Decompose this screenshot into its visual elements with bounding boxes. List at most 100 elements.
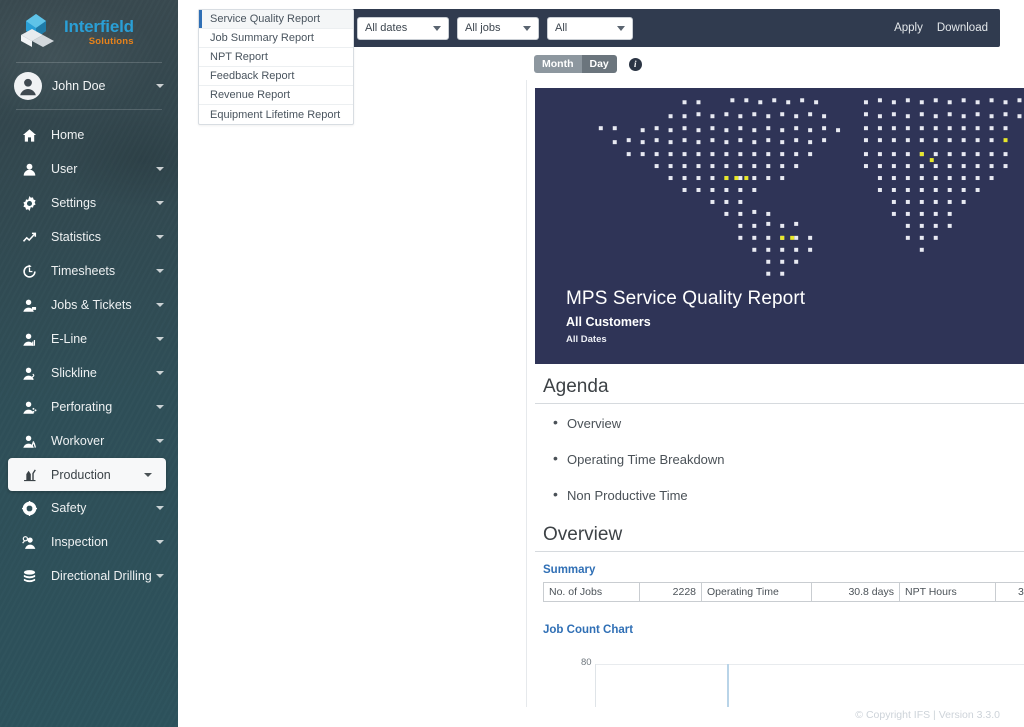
report-item-revenue[interactable]: Revenue Report — [199, 86, 353, 105]
person-inspection-icon — [18, 535, 40, 550]
chevron-down-icon — [156, 84, 164, 88]
chevron-down-icon — [156, 540, 164, 544]
lifebuoy-icon — [18, 500, 40, 516]
brand-subtitle: Solutions — [88, 35, 134, 47]
report-item-label: Equipment Lifetime Report — [210, 108, 341, 121]
period-month-button[interactable]: Month — [534, 55, 582, 73]
chevron-down-icon — [144, 472, 152, 477]
main-area: Service Quality Report Job Summary Repor… — [178, 0, 1024, 727]
sidebar-item-statistics[interactable]: Statistics — [0, 220, 178, 254]
chevron-down-icon — [156, 574, 164, 578]
period-toggle-row: Month Day i — [534, 55, 642, 73]
period-day-button[interactable]: Day — [581, 55, 617, 73]
sidebar-item-jobs-tickets[interactable]: Jobs & Tickets — [0, 288, 178, 322]
report-item-npt[interactable]: NPT Report — [199, 48, 353, 67]
sidebar-item-label: Statistics — [51, 230, 102, 244]
pumpjack-icon — [18, 467, 40, 482]
sidebar-item-perforating[interactable]: Perforating — [0, 390, 178, 424]
date-filter-dropdown[interactable]: All dates — [357, 16, 449, 40]
sidebar-item-label: E-Line — [51, 332, 88, 346]
jobs-filter-dropdown[interactable]: All jobs — [457, 16, 539, 40]
sidebar-item-safety[interactable]: Safety — [0, 491, 178, 525]
sidebar-item-user[interactable]: User — [0, 152, 178, 186]
report-item-job-summary[interactable]: Job Summary Report — [199, 29, 353, 48]
date-filter-value: All dates — [365, 22, 408, 34]
sidebar-item-label: Directional Drilling — [51, 569, 152, 583]
banner-dates: All Dates — [566, 334, 607, 345]
chevron-down-icon — [156, 235, 164, 239]
report-item-equipment-lifetime[interactable]: Equipment Lifetime Report — [199, 105, 353, 124]
sidebar-item-inspection[interactable]: Inspection — [0, 525, 178, 559]
sidebar: Interfield Solutions John Doe Home User … — [0, 0, 178, 727]
summary-value-cell: 2228 — [639, 582, 702, 602]
report-item-label: Service Quality Report — [210, 13, 321, 25]
chevron-down-icon — [156, 201, 164, 205]
chevron-down-icon — [156, 303, 164, 307]
summary-label-cell: NPT Hours — [899, 582, 996, 602]
chevron-down-icon — [156, 167, 164, 171]
chevron-down-icon — [156, 371, 164, 375]
sidebar-item-label: Perforating — [51, 400, 113, 414]
sidebar-item-label: User — [51, 162, 78, 176]
third-filter-value: All — [555, 22, 568, 34]
chart-ytick-label: 80 — [581, 657, 592, 668]
clock-icon — [18, 264, 40, 279]
sidebar-item-label: Jobs & Tickets — [51, 298, 132, 312]
agenda-heading: Agenda — [535, 376, 1024, 404]
third-filter-dropdown[interactable]: All — [547, 16, 633, 40]
report-list: Service Quality Report Job Summary Repor… — [198, 9, 354, 125]
trend-up-icon — [18, 230, 40, 245]
brand[interactable]: Interfield Solutions — [0, 0, 178, 62]
world-map-dots — [535, 94, 1024, 284]
sidebar-item-settings[interactable]: Settings — [0, 186, 178, 220]
summary-label: Summary — [543, 564, 596, 576]
banner-title: MPS Service Quality Report — [566, 288, 806, 309]
info-icon[interactable]: i — [628, 57, 642, 71]
layers-icon — [18, 569, 40, 584]
sidebar-item-production[interactable]: Production — [8, 458, 166, 491]
summary-table: No. of Jobs 2228 Operating Time 30.8 day… — [543, 582, 1024, 602]
report-item-feedback[interactable]: Feedback Report — [199, 67, 353, 86]
sidebar-item-e-line[interactable]: E-Line — [0, 322, 178, 356]
sidebar-item-label: Inspection — [51, 535, 108, 549]
sidebar-item-workover[interactable]: Workover — [0, 424, 178, 458]
cube-logo-icon — [14, 11, 58, 51]
sidebar-item-label: Workover — [51, 434, 105, 448]
user-menu[interactable]: John Doe — [0, 63, 178, 109]
list-item: Operating Time Breakdown — [553, 450, 1024, 467]
person-eline-icon — [18, 332, 40, 347]
chevron-down-icon — [433, 25, 441, 31]
toolbar-actions: Apply Download — [894, 22, 988, 34]
chart-gridline — [595, 664, 1024, 665]
sidebar-item-home[interactable]: Home — [0, 118, 178, 152]
sidebar-nav: Home User Settings Statistics Timesheets… — [0, 110, 178, 593]
download-button[interactable]: Download — [937, 22, 988, 34]
chart-bar — [727, 664, 729, 707]
apply-button[interactable]: Apply — [894, 22, 923, 34]
chevron-down-icon — [617, 25, 625, 31]
chart-y-axis — [595, 664, 596, 707]
job-count-chart-label: Job Count Chart — [543, 624, 634, 636]
list-item: Non Productive Time — [553, 486, 1024, 503]
agenda-list: Overview Operating Time Breakdown Non Pr… — [535, 414, 1024, 503]
footer-copyright: © Copyright IFS | Version 3.3.0 — [855, 709, 1000, 721]
person-job-icon — [18, 298, 40, 313]
summary-value-cell: 30.8 days — [811, 582, 900, 602]
sidebar-item-slickline[interactable]: Slickline — [0, 356, 178, 390]
report-item-label: Revenue Report — [210, 89, 291, 101]
report-item-label: Feedback Report — [210, 70, 295, 82]
user-name: John Doe — [52, 79, 106, 93]
sidebar-item-timesheets[interactable]: Timesheets — [0, 254, 178, 288]
jobs-filter-value: All jobs — [465, 22, 501, 34]
gear-icon — [18, 195, 40, 211]
sidebar-item-label: Home — [51, 128, 85, 142]
home-icon — [18, 128, 40, 143]
job-count-chart: 80 — [535, 650, 1024, 707]
chevron-down-icon — [156, 506, 164, 510]
table-row: No. of Jobs 2228 Operating Time 30.8 day… — [543, 582, 1024, 602]
sidebar-item-label: Production — [51, 467, 111, 482]
sidebar-item-directional-drilling[interactable]: Directional Drilling — [0, 559, 178, 593]
sidebar-item-label: Settings — [51, 196, 97, 210]
report-item-service-quality[interactable]: Service Quality Report — [199, 10, 353, 29]
chevron-down-icon — [523, 25, 531, 31]
